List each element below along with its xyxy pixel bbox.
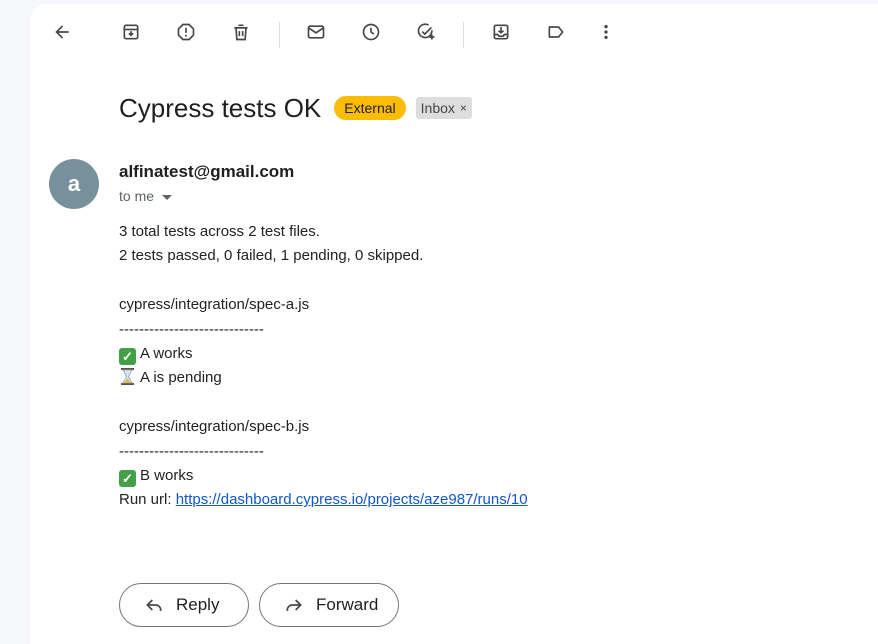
test-result-passed: ✓ A works xyxy=(119,342,528,366)
trash-icon xyxy=(234,24,248,41)
report-spam-icon xyxy=(177,23,195,41)
move-to-inbox-icon xyxy=(493,24,509,40)
toolbar-divider xyxy=(463,22,464,48)
more-button[interactable] xyxy=(586,12,626,52)
run-url-line: Run url: https://dashboard.cypress.io/pr… xyxy=(119,488,528,512)
check-mark-icon: ✓ xyxy=(119,347,136,365)
spec-file-name: cypress/integration/spec-a.js xyxy=(119,296,310,314)
recipients-text: to me xyxy=(119,188,155,204)
arrow-back-icon xyxy=(55,25,69,39)
remove-label-button[interactable]: × xyxy=(460,99,467,117)
test-result-passed: ✓ B works xyxy=(119,464,528,488)
forward-button[interactable]: Forward xyxy=(259,583,399,627)
test-name: A is pending xyxy=(140,369,222,387)
toolbar-divider xyxy=(279,22,280,48)
divider-line: ----------------------------- xyxy=(119,320,264,338)
email-subject: Cypress tests OK xyxy=(119,92,322,123)
sender-avatar: a xyxy=(49,159,99,209)
more-vert-icon xyxy=(604,24,608,40)
report-spam-button[interactable] xyxy=(166,12,206,52)
label-icon xyxy=(548,26,564,38)
move-to-button[interactable] xyxy=(481,12,521,52)
mark-unread-button[interactable] xyxy=(296,12,336,52)
add-task-button[interactable] xyxy=(406,12,446,52)
reply-label: Reply xyxy=(176,595,220,614)
reply-icon xyxy=(146,599,162,611)
recipients-toggle[interactable]: to me xyxy=(119,188,173,204)
test-name: A works xyxy=(140,344,193,362)
test-result-pending: A is pending xyxy=(119,366,528,390)
reply-button[interactable]: Reply xyxy=(119,583,249,627)
run-url-label: Run url: xyxy=(119,491,176,509)
forward-icon xyxy=(286,599,302,611)
inbox-label-text: Inbox xyxy=(420,100,455,116)
sender-email[interactable]: alfinatest@gmail.com xyxy=(119,162,294,182)
forward-label: Forward xyxy=(316,595,379,614)
hourglass-icon xyxy=(121,368,134,386)
email-toolbar xyxy=(30,4,878,64)
snooze-button[interactable] xyxy=(351,12,391,52)
inbox-label-chip: Inbox × xyxy=(415,97,472,119)
run-url-link[interactable]: https://dashboard.cypress.io/projects/az… xyxy=(176,491,528,508)
email-view-panel: Cypress tests OK External Inbox × a alfi… xyxy=(30,4,878,644)
clock-icon xyxy=(362,23,380,41)
add-task-icon xyxy=(417,23,435,40)
test-name: B works xyxy=(140,466,194,484)
divider-line: ----------------------------- xyxy=(119,442,264,460)
chevron-down-icon xyxy=(162,194,173,200)
delete-button[interactable] xyxy=(221,12,261,52)
spec-file-name: cypress/integration/spec-b.js xyxy=(119,418,310,436)
mail-icon xyxy=(307,25,325,39)
summary-line: 2 tests passed, 0 failed, 1 pending, 0 s… xyxy=(119,247,424,265)
check-mark-icon: ✓ xyxy=(119,469,136,487)
email-body: 3 total tests across 2 test files. 2 tes… xyxy=(119,220,528,513)
summary-line: 3 total tests across 2 test files. xyxy=(119,223,320,240)
archive-icon xyxy=(123,24,139,40)
subject-row: Cypress tests OK External Inbox × xyxy=(119,90,472,126)
labels-button[interactable] xyxy=(536,12,576,52)
archive-button[interactable] xyxy=(111,12,151,52)
back-button[interactable] xyxy=(42,12,82,52)
external-badge: External xyxy=(334,96,406,120)
